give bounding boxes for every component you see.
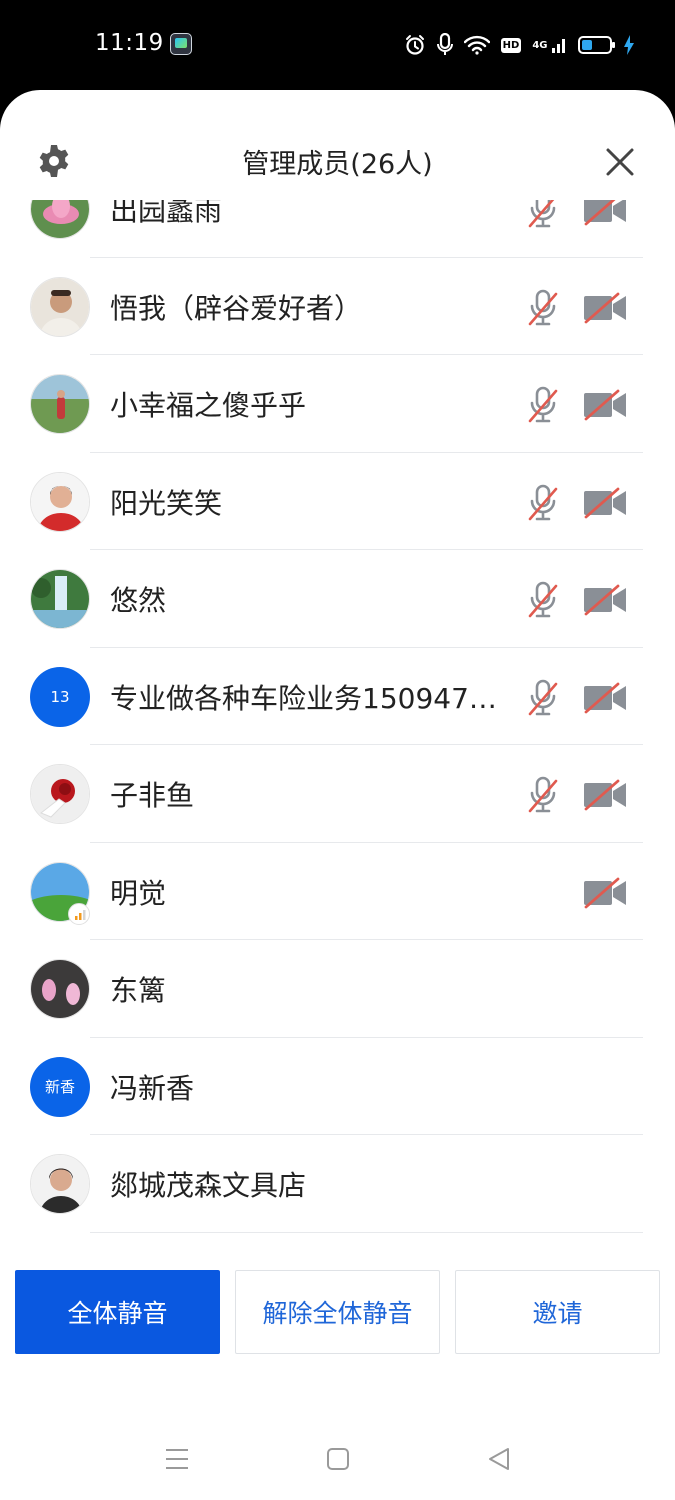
video-app-icon (170, 33, 192, 55)
member-name: 专业做各种车险业务150947… (110, 681, 497, 715)
member-list-inner: 出园蠡雨悟我（辟谷爱好者） 小幸福之傻乎乎 阳光笑笑悠然 13 专业做各种车险业务150… (0, 200, 675, 1233)
mic-muted-icon[interactable] (526, 483, 560, 523)
mic-muted-icon[interactable] (526, 775, 560, 815)
camera-off-icon[interactable] (582, 682, 628, 714)
mic-muted-icon[interactable] (526, 385, 560, 425)
avatar: 13 (30, 666, 90, 727)
network-signal-icon (68, 902, 90, 925)
camera-off-icon[interactable] (582, 487, 628, 519)
menu-nav-icon[interactable] (165, 1447, 189, 1475)
camera-off-icon[interactable] (582, 200, 628, 226)
close-icon[interactable] (604, 146, 636, 178)
unmute-all-button[interactable]: 解除全体静音 (235, 1270, 440, 1354)
wifi-icon (463, 35, 490, 55)
avatar: 新香 (30, 1056, 90, 1117)
back-nav-icon[interactable] (487, 1447, 511, 1475)
signal-icon: 4G (532, 36, 567, 54)
member-name: 悟我（辟谷爱好者） (110, 291, 363, 325)
mic-muted-icon[interactable] (526, 200, 560, 230)
alarm-icon (404, 34, 426, 56)
mute-all-button[interactable]: 全体静音 (15, 1270, 220, 1354)
member-name: 小幸福之傻乎乎 (110, 389, 307, 422)
hd-icon: HD (500, 37, 522, 53)
member-row[interactable]: 明觉 (0, 843, 675, 940)
camera-off-icon[interactable] (582, 877, 628, 909)
member-row[interactable]: 悟我（辟谷爱好者） (0, 258, 675, 355)
member-row[interactable]: 新香 冯新香 (0, 1038, 675, 1135)
member-row[interactable]: 郯城茂森文具店 (0, 1135, 675, 1233)
home-nav-icon[interactable] (326, 1447, 350, 1475)
avatar (30, 959, 90, 1019)
mic-muted-icon[interactable] (526, 288, 560, 328)
member-name: 悠然 (110, 584, 167, 617)
member-name: 冯新香 (110, 1071, 195, 1105)
member-name: 子非鱼 (110, 779, 195, 812)
microphone-icon (436, 33, 453, 57)
member-name: 明觉 (110, 876, 167, 910)
avatar (30, 471, 90, 532)
mic-muted-icon[interactable] (526, 678, 560, 718)
member-row[interactable]: 子非鱼 (0, 745, 675, 843)
avatar (30, 1154, 90, 1214)
member-name: 阳光笑笑 (110, 486, 223, 520)
member-management-sheet: 管理成员(26人) 出园蠡雨悟我（辟谷爱好者） 小幸福之傻乎乎 阳光笑笑悠然 13 专业… (0, 90, 675, 1500)
battery-fill (582, 40, 593, 50)
sheet-header: 管理成员(26人) (0, 90, 675, 210)
member-row[interactable]: 出园蠡雨 (0, 200, 675, 258)
member-name: 郯城茂森文具店 (110, 1169, 307, 1202)
status-icons: HD 4G (404, 30, 635, 60)
avatar (30, 764, 90, 824)
action-bar: 全体静音 解除全体静音 邀请 (0, 1270, 675, 1356)
row-divider (90, 1231, 643, 1233)
status-bar: 11:19 HD 4G (0, 0, 675, 90)
camera-off-icon[interactable] (582, 292, 628, 324)
member-list[interactable]: 出园蠡雨悟我（辟谷爱好者） 小幸福之傻乎乎 阳光笑笑悠然 13 专业做各种车险业务150… (0, 200, 675, 1252)
charging-icon (623, 34, 635, 56)
member-row[interactable]: 悠然 (0, 550, 675, 648)
camera-off-icon[interactable] (582, 389, 628, 421)
system-nav-bar (0, 1435, 675, 1485)
member-name: 出园蠡雨 (110, 200, 223, 227)
member-row[interactable]: 东篱 (0, 940, 675, 1038)
invite-button[interactable]: 邀请 (455, 1270, 660, 1354)
mic-muted-icon[interactable] (526, 580, 560, 620)
battery-icon (578, 36, 615, 54)
avatar (30, 374, 90, 434)
avatar (30, 276, 90, 337)
member-row[interactable]: 阳光笑笑 (0, 453, 675, 550)
camera-off-icon[interactable] (582, 779, 628, 811)
network-type: 4G (532, 40, 548, 51)
avatar (30, 569, 90, 629)
member-row[interactable]: 13 专业做各种车险业务150947… (0, 648, 675, 745)
avatar (30, 200, 90, 239)
status-time: 11:19 (95, 30, 164, 56)
camera-off-icon[interactable] (582, 584, 628, 616)
member-name: 东篱 (110, 974, 167, 1007)
member-row[interactable]: 小幸福之傻乎乎 (0, 355, 675, 453)
page-title: 管理成员(26人) (242, 149, 433, 180)
